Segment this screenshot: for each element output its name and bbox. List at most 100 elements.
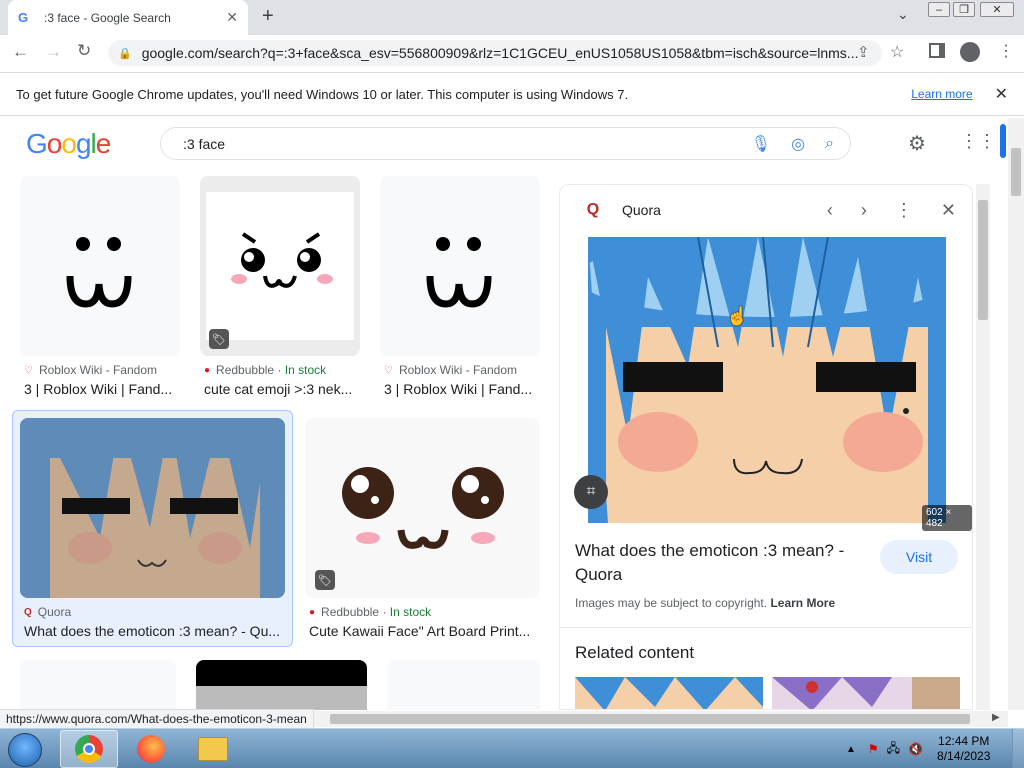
preview-image[interactable]: [588, 237, 946, 523]
image-result-thumbnail[interactable]: [20, 418, 285, 598]
konata-face-image: [20, 418, 285, 598]
page-vertical-scrollbar[interactable]: [1008, 118, 1024, 710]
image-result-thumbnail[interactable]: [20, 176, 180, 356]
google-favicon-icon: G: [18, 10, 29, 25]
profile-avatar[interactable]: [960, 42, 980, 62]
forward-icon[interactable]: →: [45, 42, 62, 62]
close-tab-icon[interactable]: ✕: [226, 9, 238, 26]
copyright-notice: Images may be subject to copyright. Lear…: [575, 596, 836, 610]
taskbar-firefox[interactable]: [122, 730, 180, 768]
result-source[interactable]: ♡ Roblox Wiki - Fandom: [24, 363, 157, 377]
tab-title: :3 face - Google Search: [44, 10, 171, 25]
fandom-favicon-icon: ♡: [24, 364, 33, 376]
fandom-favicon-icon: ♡: [384, 364, 393, 376]
vertical-scroll-thumb[interactable]: [1011, 148, 1021, 196]
redbubble-favicon-icon: ●: [309, 606, 316, 618]
taskbar-chrome[interactable]: [60, 730, 118, 768]
clock-time: 12:44 PM: [938, 734, 990, 748]
show-desktop-button[interactable]: [1012, 729, 1024, 768]
panel-scrollbar[interactable]: [976, 184, 990, 710]
reload-icon[interactable]: ↻: [77, 41, 91, 61]
status-bar-url: https://www.quora.com/What-does-the-emot…: [0, 709, 314, 729]
related-image-thumbnail[interactable]: [772, 677, 960, 710]
search-icon[interactable]: ⌕: [825, 135, 834, 153]
learn-more-link[interactable]: Learn more: [911, 87, 972, 101]
kawaii-face-image: [341, 467, 504, 549]
search-box[interactable]: :3 face 🎙 ◎ ⌕: [160, 127, 851, 160]
firefox-icon: [137, 735, 165, 763]
show-hidden-icons[interactable]: ▲: [846, 744, 856, 755]
related-image-thumbnail[interactable]: [575, 677, 763, 710]
lens-search-icon[interactable]: ⌗: [574, 475, 608, 509]
result-caption[interactable]: 3 | Roblox Wiki | Fand...: [384, 381, 534, 397]
lens-icon[interactable]: ◎: [791, 134, 805, 154]
image-result-thumbnail[interactable]: [387, 660, 540, 710]
chrome-menu-icon[interactable]: ⋮: [998, 41, 1014, 61]
panel-site-name[interactable]: Quora: [622, 202, 799, 218]
bookmark-star-icon[interactable]: ☆: [890, 42, 904, 62]
settings-gear-icon[interactable]: ⚙: [908, 131, 926, 156]
update-infobar: To get future Google Chrome updates, you…: [0, 72, 1024, 116]
restore-button[interactable]: ❐: [953, 2, 975, 17]
next-icon[interactable]: ›: [861, 200, 867, 221]
volume-muted-icon[interactable]: 🔇: [908, 742, 923, 756]
side-panel-icon[interactable]: [929, 43, 945, 58]
minimize-button[interactable]: –: [928, 2, 950, 17]
related-content-heading: Related content: [575, 643, 695, 662]
image-result-thumbnail[interactable]: [20, 660, 176, 710]
close-panel-icon[interactable]: ✕: [941, 200, 956, 221]
result-caption[interactable]: Cute Kawaii Face" Art Board Print...: [309, 623, 539, 639]
quora-favicon-icon: Q: [24, 606, 32, 618]
more-options-icon[interactable]: ⋮: [895, 200, 913, 221]
share-icon[interactable]: ⇪: [857, 43, 870, 61]
horizontal-scroll-thumb[interactable]: [330, 714, 970, 724]
image-result-thumbnail[interactable]: [196, 660, 367, 710]
uwu-face-image: [66, 237, 132, 308]
quora-logo-icon: Q: [578, 195, 608, 225]
url-text: google.com/search?q=:3+face&sca_esv=5568…: [141, 45, 859, 61]
microphone-icon[interactable]: 🎙: [751, 134, 771, 154]
clock[interactable]: 12:44 PM 8/14/2023: [937, 734, 990, 764]
result-source[interactable]: ♡ Roblox Wiki - Fandom: [384, 363, 517, 377]
infobar-message: To get future Google Chrome updates, you…: [16, 86, 629, 102]
address-bar[interactable]: 🔒 google.com/search?q=:3+face&sca_esv=55…: [108, 40, 882, 66]
close-infobar-icon[interactable]: ✕: [995, 84, 1008, 104]
system-tray: ▲ ⚑ 🖧 🔇 12:44 PM 8/14/2023: [840, 730, 1024, 768]
result-caption[interactable]: cute cat emoji >:3 nek...: [204, 381, 354, 397]
chrome-icon: [75, 735, 103, 763]
result-caption[interactable]: What does the emoticon :3 mean? - Qu...: [24, 623, 286, 639]
back-icon[interactable]: ←: [12, 42, 29, 62]
scroll-right-icon[interactable]: ▶: [992, 712, 1000, 723]
cat-emoji-image: [231, 232, 333, 288]
result-source[interactable]: ● Redbubble · In stock: [204, 363, 326, 377]
result-source[interactable]: ● Redbubble · In stock: [309, 605, 431, 619]
tab-search-icon[interactable]: ⌄: [897, 6, 909, 23]
image-dimensions: 602 × 482: [922, 505, 972, 531]
google-logo[interactable]: Google: [26, 128, 111, 160]
result-source[interactable]: Q Quora: [24, 605, 71, 619]
divider: [560, 627, 972, 628]
image-result-thumbnail[interactable]: [305, 418, 540, 598]
image-preview-panel: Q Quora ‹ › ⋮ ✕ ⌗ 602 × 482 What does th…: [559, 184, 973, 710]
new-tab-button[interactable]: +: [262, 5, 274, 28]
search-input[interactable]: :3 face: [183, 136, 731, 152]
panel-scroll-thumb[interactable]: [978, 200, 988, 320]
start-button[interactable]: [8, 733, 42, 767]
product-tag-icon: 🏷: [315, 570, 335, 590]
close-window-button[interactable]: ✕: [980, 2, 1014, 17]
visit-button[interactable]: Visit: [880, 540, 958, 574]
action-center-icon[interactable]: ⚑: [868, 742, 879, 756]
profile-edge: [1000, 124, 1006, 158]
browser-tab[interactable]: G :3 face - Google Search ✕: [8, 0, 248, 35]
result-caption[interactable]: 3 | Roblox Wiki | Fand...: [24, 381, 174, 397]
uwu-face-image: [426, 237, 492, 308]
folder-icon: [198, 737, 228, 761]
clock-date: 8/14/2023: [937, 749, 991, 763]
learn-more-link[interactable]: Learn More: [770, 596, 835, 610]
panel-title[interactable]: What does the emoticon :3 mean? - Quora: [575, 539, 865, 587]
network-icon[interactable]: 🖧: [887, 739, 900, 760]
image-result-thumbnail[interactable]: [380, 176, 540, 356]
previous-icon[interactable]: ‹: [827, 200, 833, 221]
taskbar-explorer[interactable]: [184, 730, 242, 768]
redbubble-favicon-icon: ●: [204, 364, 211, 376]
